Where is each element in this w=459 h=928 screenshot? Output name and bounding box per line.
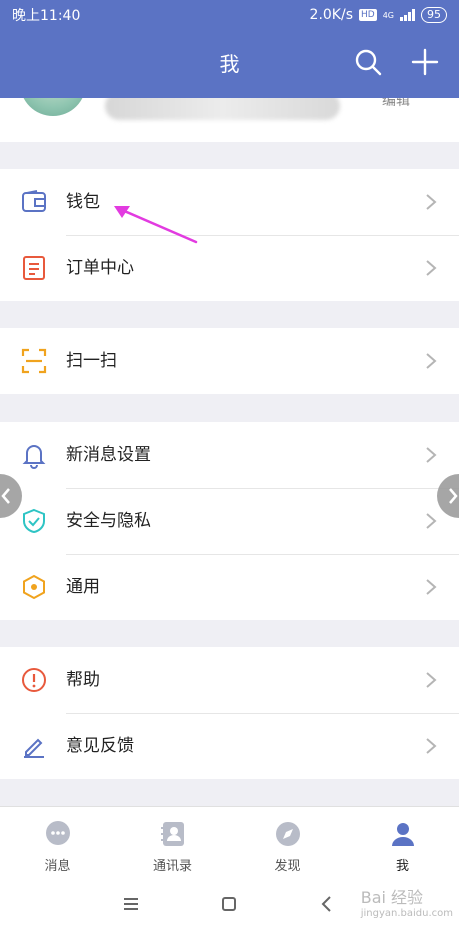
status-bar: 晚上11:40 2.0K/s HD 4G 95 [0,0,459,30]
chevron-right-icon [449,488,458,504]
menu-group-scan: 扫一扫 [0,328,459,394]
chevron-right-icon [426,672,437,688]
status-indicators: 2.0K/s HD 4G 95 [310,7,447,23]
chevron-right-icon [426,738,437,754]
pencil-icon [24,738,44,758]
chevron-right-icon [426,447,437,463]
scan-icon [21,348,47,374]
order-icon [23,256,45,280]
hd-badge: HD [359,9,377,21]
tab-discover[interactable]: 发现 [230,807,345,881]
back-icon[interactable] [315,892,339,916]
menu-group-settings: 新消息设置 安全与隐私 通用 [0,422,459,620]
wallet-icon [22,190,46,212]
page-title: 我 [219,52,240,76]
tab-contacts[interactable]: 通讯录 [115,807,230,881]
menu-item-general[interactable]: 通用 [0,554,459,620]
hexagon-settings-icon [23,574,45,600]
tab-label: 我 [395,859,409,874]
user-icon [392,823,414,846]
battery-indicator: 95 [421,7,447,23]
watermark: Bai 经验 jingyan.baidu.com [361,884,453,919]
menu-item-privacy[interactable]: 安全与隐私 [0,488,459,554]
menu-item-label: 通用 [66,577,100,597]
shield-icon [23,508,45,534]
menu-item-wallet[interactable]: 钱包 [0,169,459,235]
network-type: 4G [382,10,394,20]
menu-item-label: 帮助 [66,670,100,690]
menu-group-finance: 钱包 订单中心 [0,169,459,301]
status-time: 晚上11:40 [12,8,81,24]
bell-icon [22,445,46,469]
menu-item-feedback[interactable]: 意见反馈 [0,713,459,779]
search-icon[interactable] [352,46,384,78]
menu-item-label: 安全与隐私 [66,511,151,531]
chevron-right-icon [426,513,437,529]
chevron-left-icon [1,488,10,504]
network-speed: 2.0K/s [309,7,353,23]
signal-icon [400,9,415,21]
system-nav-bar: Bai 经验 jingyan.baidu.com [0,880,459,928]
tab-label: 消息 [44,859,71,874]
bottom-tab-bar: 消息 通讯录 发现 我 [0,806,459,880]
contacts-icon [161,822,184,846]
menu-item-help[interactable]: 帮助 [0,647,459,713]
menu-group-support: 帮助 意见反馈 [0,647,459,779]
watermark-url: jingyan.baidu.com [360,908,453,919]
chat-icon [46,821,70,845]
app-header: 晚上11:40 2.0K/s HD 4G 95 我 [0,0,459,98]
menu-item-notifications[interactable]: 新消息设置 [0,422,459,488]
tab-label: 发现 [274,859,301,874]
profile-card[interactable]: 编辑 [0,98,459,142]
chevron-right-icon [426,260,437,276]
menu-item-label: 钱包 [66,192,100,212]
home-icon[interactable] [217,892,241,916]
menu-icon[interactable] [119,892,143,916]
watermark-text: Bai 经验 [360,888,424,907]
profile-edge-text: 编辑 [382,98,410,109]
compass-icon [276,822,300,846]
menu-item-label: 扫一扫 [66,351,117,371]
chevron-right-icon [426,194,437,210]
menu-item-label: 意见反馈 [66,736,134,756]
chevron-right-icon [426,579,437,595]
user-name-blurred [105,98,340,120]
info-icon [22,668,46,692]
annotation-arrow [114,206,198,244]
menu-item-scan[interactable]: 扫一扫 [0,328,459,394]
chevron-right-icon [426,353,437,369]
scroll-handle-right[interactable] [437,474,459,518]
avatar[interactable] [20,98,86,116]
menu-item-orders[interactable]: 订单中心 [0,235,459,301]
tab-label: 通讯录 [152,859,192,874]
tab-me[interactable]: 我 [345,807,459,881]
scroll-handle-left[interactable] [0,474,22,518]
tab-messages[interactable]: 消息 [0,807,115,881]
add-icon[interactable] [409,46,441,78]
menu-item-label: 新消息设置 [66,445,151,465]
